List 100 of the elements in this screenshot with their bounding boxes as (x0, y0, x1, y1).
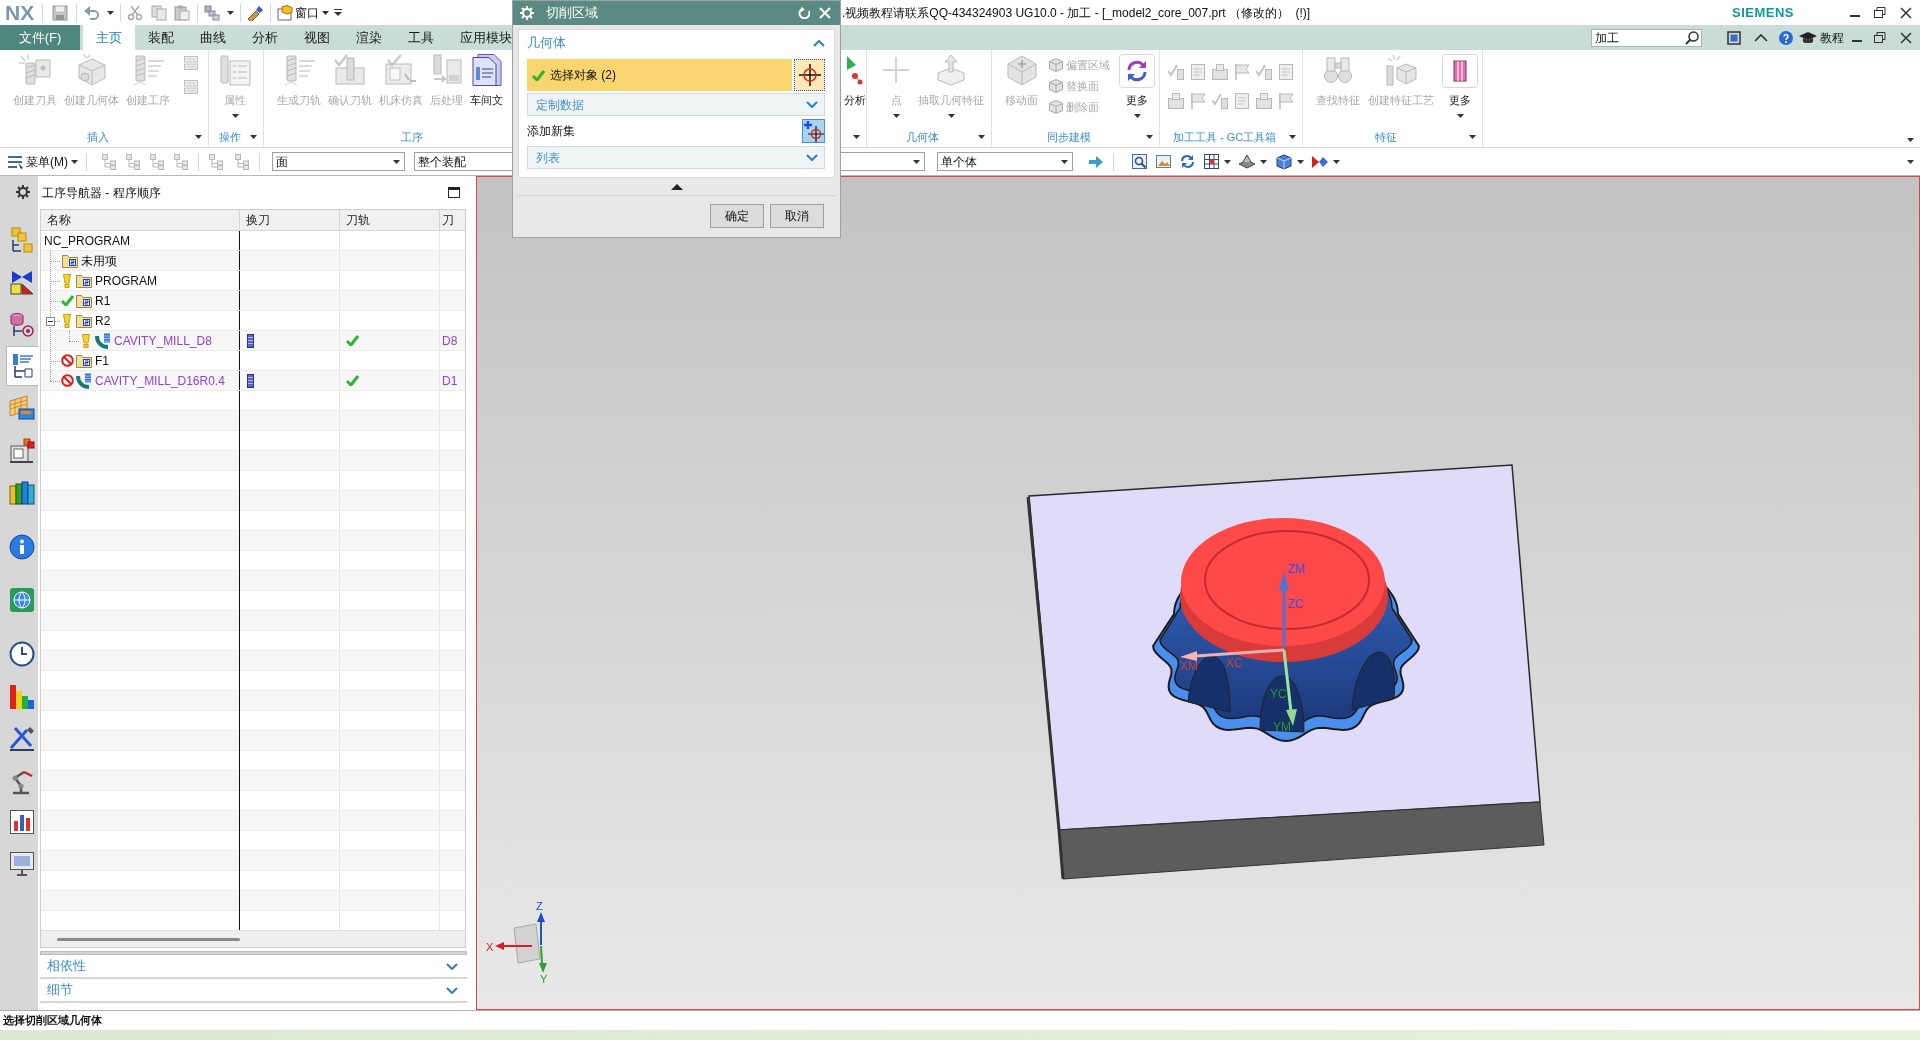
caret-down-icon[interactable] (853, 134, 860, 139)
caret-down-icon[interactable] (1333, 159, 1340, 164)
grid-icon[interactable] (1204, 154, 1219, 169)
collapse-icon[interactable] (46, 317, 55, 326)
dropdown-field[interactable] (841, 152, 925, 171)
zoom-icon[interactable] (1132, 154, 1147, 169)
tree-item-label[interactable]: NC_PROGRAM (44, 231, 130, 250)
tree-item-label[interactable]: CAVITY_MILL_D8 (114, 331, 212, 350)
scope-filter-dropdown[interactable]: 整个装配 (414, 152, 512, 171)
rotate-icon[interactable] (1180, 154, 1195, 169)
file-menu-tab[interactable]: 文件(F) (0, 25, 80, 50)
ribbon-tab[interactable]: 曲线 (187, 25, 239, 50)
minimize-icon[interactable] (1850, 14, 1860, 17)
close-icon[interactable] (1900, 6, 1912, 19)
chevron-down-icon (806, 101, 818, 108)
chevron-up-icon[interactable] (1754, 32, 1768, 43)
help-icon[interactable] (1779, 30, 1793, 45)
axis-label: ZM (1288, 562, 1306, 576)
caret-down-icon[interactable] (107, 10, 115, 15)
column-header[interactable]: 刀轨 (340, 210, 440, 230)
save-icon[interactable] (52, 4, 69, 21)
caret-down-icon[interactable] (1469, 134, 1476, 139)
panel-header[interactable]: 细节 (40, 979, 467, 1003)
caret-down-icon[interactable] (227, 10, 235, 15)
layers-icon[interactable] (204, 4, 221, 21)
machine-check-icon (385, 54, 417, 86)
monitor-icon (9, 851, 35, 877)
ribbon-button[interactable]: 更多 (1116, 54, 1158, 128)
body-filter-dropdown[interactable]: 单个体 (937, 152, 1073, 171)
maximize-icon[interactable] (448, 187, 460, 198)
cube-icon[interactable] (1276, 153, 1292, 170)
cube-arrows-icon (1005, 54, 1038, 86)
select-object-row[interactable]: 选择对象 (2) (527, 59, 792, 91)
selection-filter-dropdown[interactable]: 面 (272, 152, 405, 171)
group-label: 加工工具 - GC工具箱 (1171, 129, 1278, 144)
tree-item-label[interactable]: F1 (95, 351, 109, 370)
arrow-diamond-icon[interactable] (1312, 153, 1328, 170)
menu-button[interactable]: 菜单(M) (8, 152, 78, 171)
tree-item-label[interactable]: CAVITY_MILL_D16R0.4 (95, 371, 225, 390)
tree-item-label[interactable]: R1 (95, 291, 111, 310)
caret-down-icon[interactable] (1146, 134, 1153, 139)
restore-icon[interactable] (1874, 32, 1886, 43)
panel-header[interactable]: 相依性 (40, 955, 467, 979)
customize-icon[interactable] (334, 9, 343, 16)
plus-icon (880, 54, 912, 86)
ribbon-button[interactable]: 更多 (1439, 54, 1481, 128)
caret-down-icon[interactable] (1224, 159, 1231, 164)
section-header[interactable]: 几何体 (527, 30, 825, 56)
caret-down-icon[interactable] (1907, 159, 1914, 164)
chevron-down-icon (446, 986, 458, 994)
dialog-button[interactable]: 取消 (770, 204, 824, 228)
window-title: .视频教程请联系QQ-434324903 UG10.0 - 加工 - [_model2_core_007.prt （修改的） (!)] (842, 4, 1311, 22)
reset-icon[interactable] (798, 7, 810, 19)
ribbon-tab[interactable]: 工具 (395, 25, 447, 50)
tree-item-label[interactable]: PROGRAM (95, 271, 157, 290)
ribbon-tab[interactable]: 主页 (83, 25, 135, 50)
tree-item-label[interactable]: 未用项 (81, 251, 117, 270)
caret-down-icon[interactable] (978, 134, 985, 139)
caret-down-icon[interactable] (1260, 159, 1267, 164)
tree-item-label[interactable]: R2 (95, 311, 111, 330)
dialog-button[interactable]: 确定 (710, 204, 764, 228)
add-set-label: 添加新集 (527, 123, 575, 140)
caret-down-icon[interactable] (250, 134, 257, 139)
tutorial-menu-button[interactable]: 教程 (1799, 28, 1844, 47)
triangle-up-icon[interactable] (670, 183, 683, 190)
arrow-right-icon[interactable] (1089, 154, 1103, 169)
column-header[interactable]: 刀 (440, 210, 465, 230)
ribbon-tab[interactable]: 装配 (135, 25, 187, 50)
search-icon[interactable] (1685, 30, 1699, 45)
scrollbar-thumb[interactable] (57, 937, 240, 941)
undo-icon[interactable] (84, 4, 101, 21)
shaded-solid-icon[interactable] (1239, 154, 1255, 169)
ribbon-tab[interactable]: 分析 (239, 25, 291, 50)
caret-down-icon[interactable] (1289, 134, 1296, 139)
settings-icon[interactable] (16, 185, 30, 199)
ribbon-tab[interactable]: 渲染 (343, 25, 395, 50)
resource-tab[interactable] (6, 346, 38, 386)
close-icon[interactable] (1900, 31, 1912, 44)
axis-label: ZC (1288, 597, 1304, 611)
select-object-button[interactable] (794, 59, 825, 91)
window-frame-icon[interactable] (1727, 30, 1741, 45)
picture-icon[interactable] (1156, 154, 1171, 169)
caret-down-icon[interactable] (195, 134, 202, 139)
column-header[interactable]: 名称 (41, 210, 240, 230)
ribbon-button[interactable]: 车间文 (467, 54, 506, 128)
ribbon-button[interactable]: 分析 (841, 54, 869, 128)
ribbon-tab[interactable]: 视图 (291, 25, 343, 50)
minimize-icon[interactable] (1852, 39, 1862, 42)
caret-down-icon[interactable] (1297, 159, 1304, 164)
ribbon-tab[interactable]: 应用模块 (447, 25, 512, 50)
table-cell-text: D8 (442, 332, 458, 350)
window-menu-button[interactable]: 窗口 (295, 3, 330, 22)
add-set-button[interactable] (802, 119, 825, 143)
restore-icon[interactable] (1874, 7, 1886, 18)
nx-logo: NX (5, 2, 35, 23)
brush-icon[interactable] (247, 4, 264, 21)
caret-down-icon[interactable] (1907, 138, 1914, 142)
command-search-field[interactable]: 加工 (1591, 28, 1702, 47)
column-header[interactable]: 换刀 (240, 210, 340, 230)
group-label: 操作 (217, 129, 242, 144)
